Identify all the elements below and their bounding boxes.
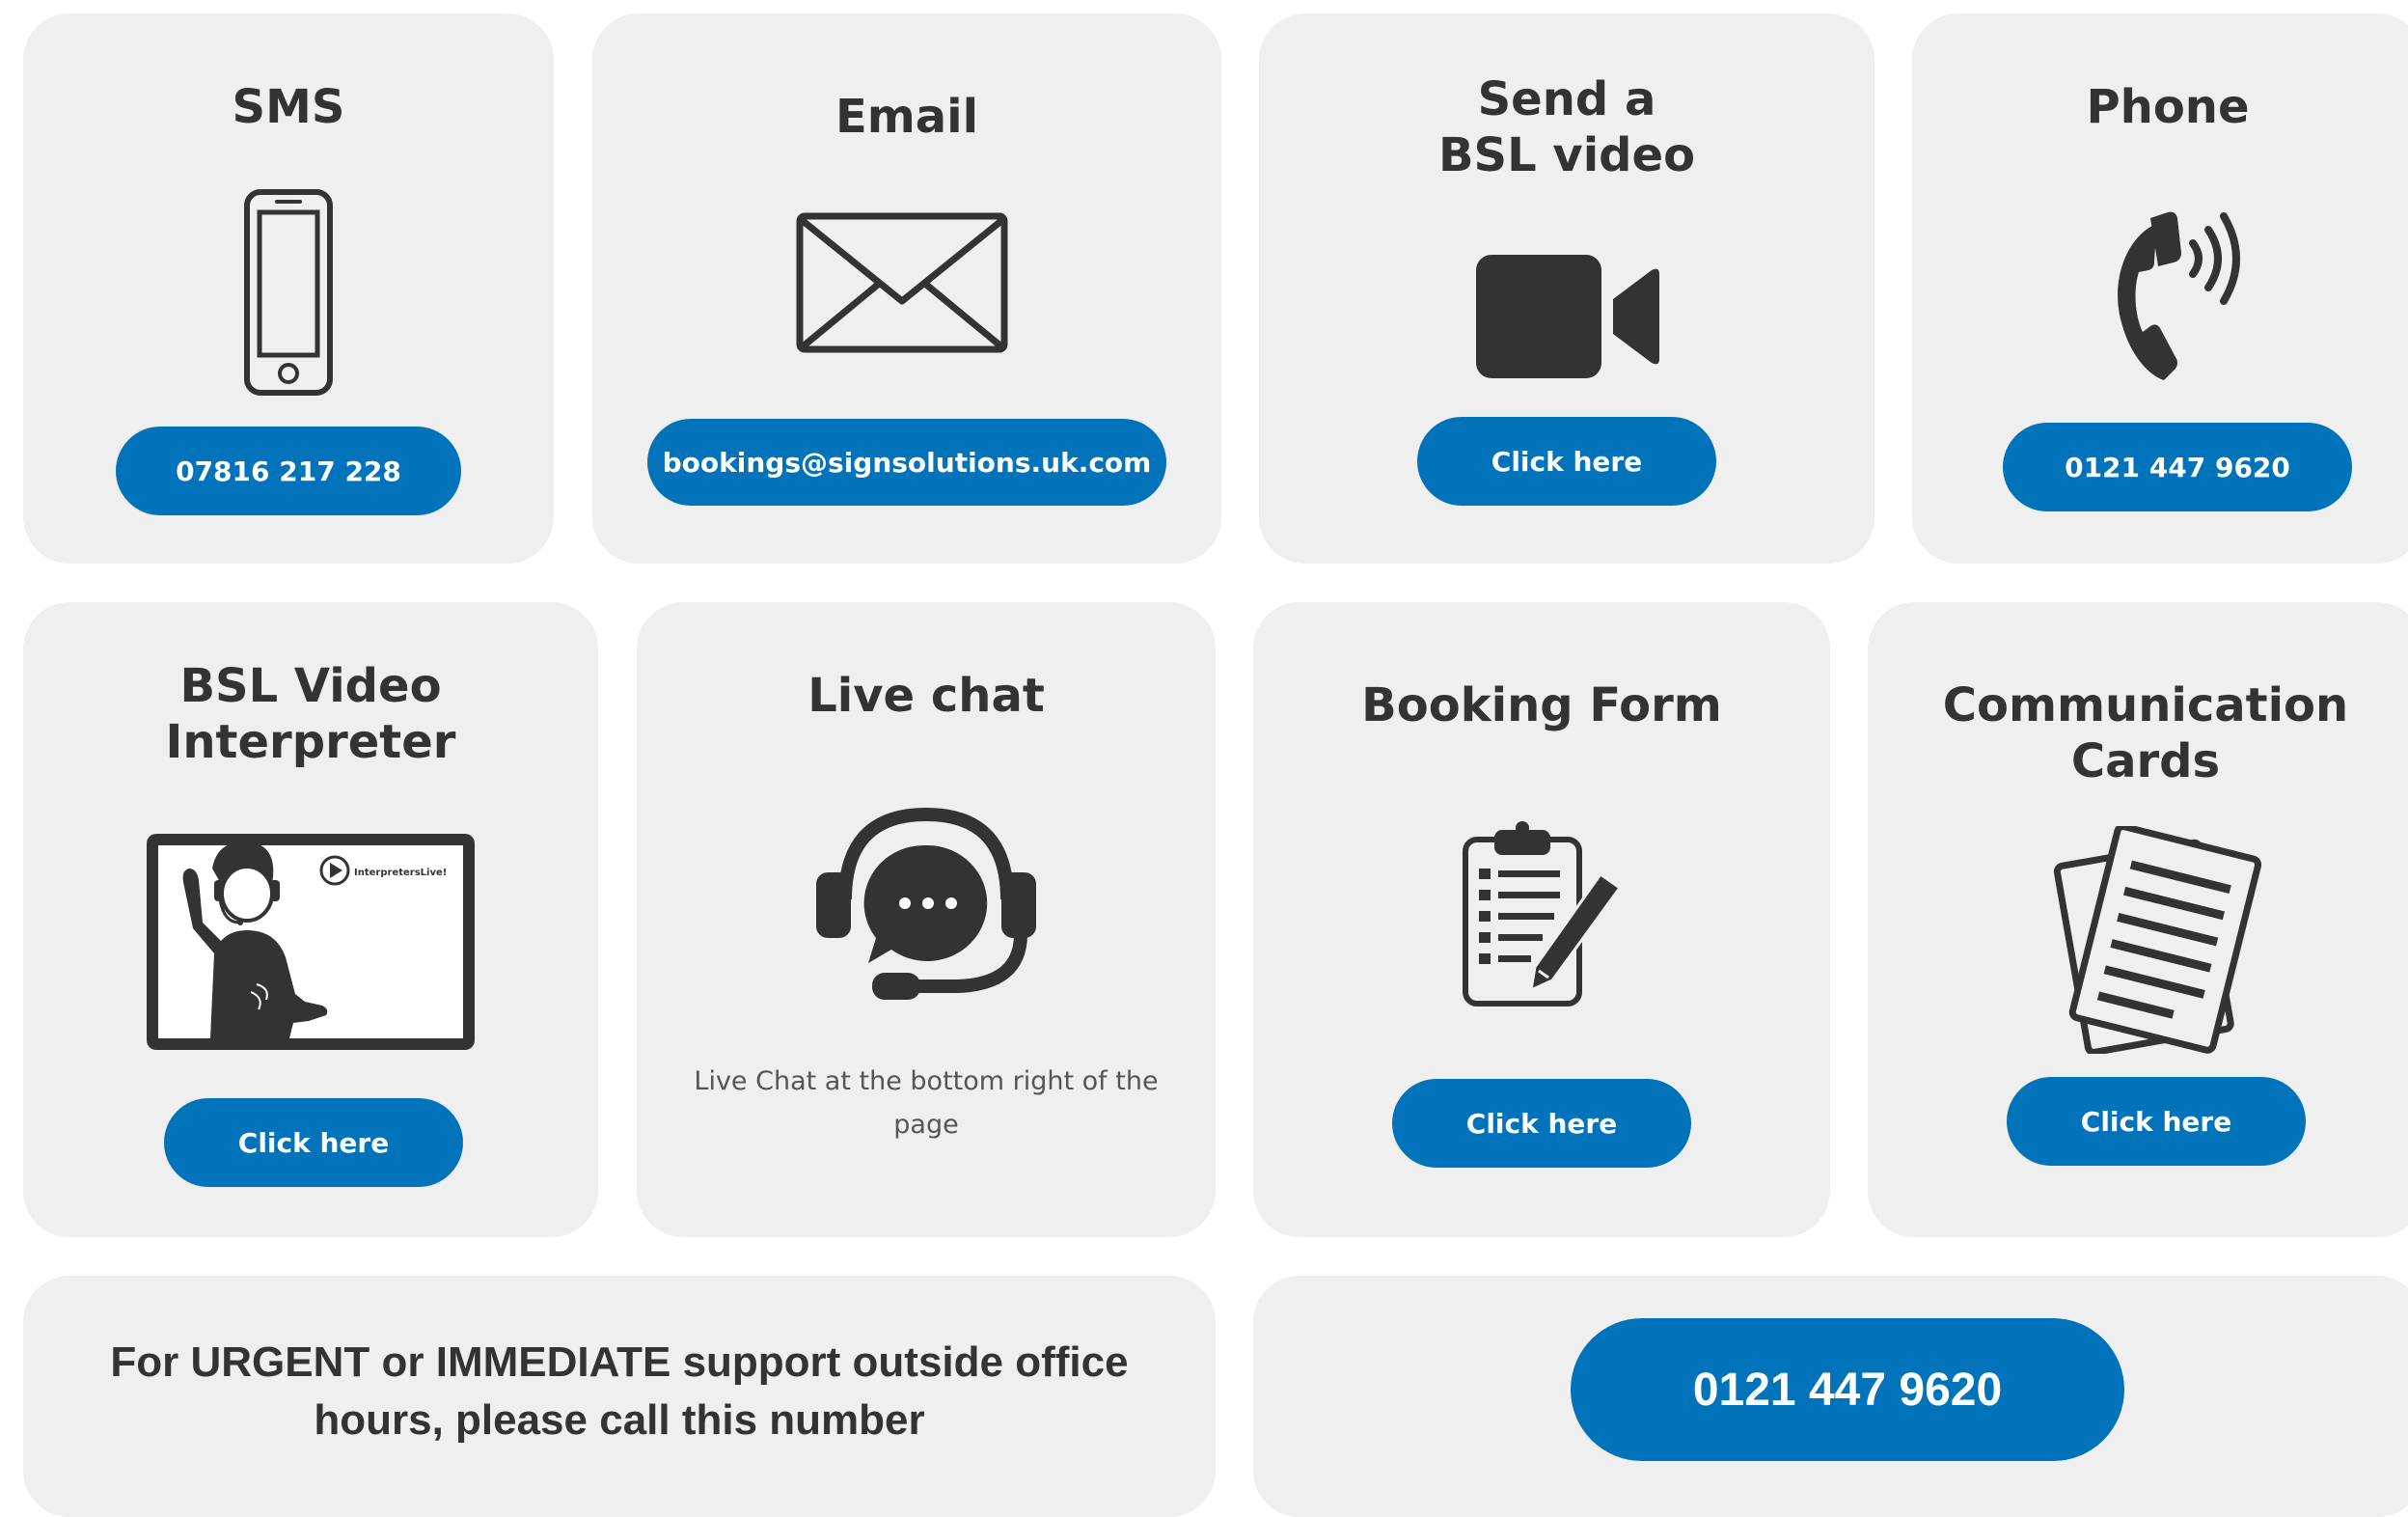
urgent-support-card: For URGENT or IMMEDIATE support outside …	[23, 1276, 1216, 1517]
video-interpreter-title: BSL Video Interpreter	[165, 659, 456, 769]
smartphone-icon	[244, 189, 333, 396]
sms-card: SMS 07816 217 228	[23, 14, 554, 564]
urgent-phone-button[interactable]: 0121 447 9620	[1571, 1318, 2124, 1461]
email-card: Email bookings@signsolutions.uk.com	[592, 14, 1221, 564]
bsl-video-title: Send a BSL video	[1437, 72, 1696, 182]
interpreterslive-logo-text: InterpretersLive!	[354, 868, 447, 878]
video-interpreter-button[interactable]: Click here	[164, 1098, 463, 1187]
bsl-video-card: Send a BSL video Click here	[1259, 14, 1874, 564]
email-title: Email	[835, 90, 979, 144]
phone-card: Phone 0121 447 9620	[1912, 14, 2408, 564]
video-camera-icon	[1476, 255, 1659, 378]
headset-chat-icon	[816, 807, 1036, 1000]
phone-number-button[interactable]: 0121 447 9620	[2003, 423, 2352, 511]
communication-cards-title: Communication Cards	[1942, 678, 2349, 788]
video-interpreter-card: BSL Video Interpreter InterpretersLive! …	[23, 602, 598, 1237]
sms-title: SMS	[232, 80, 345, 134]
booking-form-button[interactable]: Click here	[1392, 1079, 1691, 1168]
envelope-icon	[796, 212, 1008, 353]
communication-cards-card: Communication Cards Click here	[1868, 602, 2408, 1237]
live-chat-note: Live Chat at the bottom right of the pag…	[694, 1066, 1159, 1140]
documents-icon	[2053, 826, 2262, 1054]
video-interpreter-tablet-icon: InterpretersLive!	[147, 834, 475, 1050]
booking-form-title: Booking Form	[1361, 678, 1722, 732]
booking-form-card: Booking Form Click here	[1253, 602, 1830, 1237]
phone-title: Phone	[2086, 80, 2250, 134]
live-chat-title: Live chat	[807, 669, 1045, 723]
urgent-phone-card: 0121 447 9620	[1253, 1276, 2408, 1517]
clipboard-pencil-icon	[1463, 821, 1623, 1007]
live-chat-card: Live chat Live Chat at the bottom right …	[637, 602, 1216, 1237]
urgent-support-text: For URGENT or IMMEDIATE support outside …	[110, 1338, 1129, 1444]
communication-cards-button[interactable]: Click here	[2007, 1077, 2306, 1166]
email-address-button[interactable]: bookings@signsolutions.uk.com	[647, 419, 1166, 506]
sms-number-button[interactable]: 07816 217 228	[116, 427, 461, 515]
phone-ringing-icon	[2118, 211, 2240, 380]
bsl-video-button[interactable]: Click here	[1417, 417, 1716, 506]
